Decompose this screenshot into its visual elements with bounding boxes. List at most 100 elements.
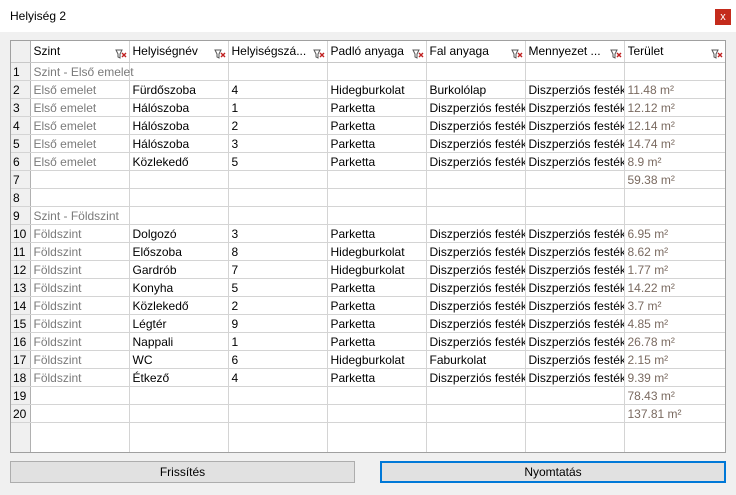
- table-cell[interactable]: Diszperziós festék: [525, 224, 625, 243]
- table-cell[interactable]: Első emelet: [30, 98, 130, 117]
- table-cell[interactable]: [426, 62, 526, 81]
- table-cell[interactable]: Parketta: [327, 278, 427, 297]
- table-cell[interactable]: [228, 188, 328, 207]
- table-row[interactable]: 3 Első emelet Hálószoba 1 Parketta Diszperzió…: [11, 98, 725, 117]
- table-row[interactable]: 14 Földszint Közlekedő 2 Parketta Diszperziós…: [11, 296, 725, 315]
- column-header[interactable]: Fal anyaga: [426, 41, 526, 63]
- table-cell[interactable]: Hálószoba: [129, 116, 229, 135]
- table-cell[interactable]: Diszperziós festék: [426, 98, 526, 117]
- column-header[interactable]: Szint: [30, 41, 130, 63]
- table-cell[interactable]: Első emelet: [30, 134, 130, 153]
- table-row[interactable]: 8: [11, 188, 725, 207]
- table-cell[interactable]: 8.9 m²: [624, 152, 725, 171]
- table-cell[interactable]: [426, 170, 526, 189]
- print-button[interactable]: Nyomtatás: [380, 461, 726, 483]
- table-cell[interactable]: Parketta: [327, 98, 427, 117]
- table-cell[interactable]: Parketta: [327, 134, 427, 153]
- table-cell[interactable]: [327, 386, 427, 405]
- table-cell[interactable]: Diszperziós festék: [525, 134, 625, 153]
- table-cell[interactable]: Diszperziós festék: [525, 260, 625, 279]
- table-cell[interactable]: Légtér: [129, 314, 229, 333]
- table-cell[interactable]: [228, 206, 328, 225]
- table-cell[interactable]: Diszperziós festék: [426, 134, 526, 153]
- column-header[interactable]: Padló anyaga: [327, 41, 427, 63]
- table-cell[interactable]: Diszperziós festék: [525, 368, 625, 387]
- table-cell[interactable]: 6.95 m²: [624, 224, 725, 243]
- table-cell[interactable]: 4: [228, 80, 328, 99]
- table-cell[interactable]: Parketta: [327, 116, 427, 135]
- table-cell[interactable]: 3.7 m²: [624, 296, 725, 315]
- table-cell[interactable]: 59.38 m²: [624, 170, 725, 189]
- table-cell[interactable]: [624, 188, 725, 207]
- refresh-button[interactable]: Frissítés: [10, 461, 355, 483]
- table-cell[interactable]: [30, 188, 130, 207]
- group-row[interactable]: 1 Szint - Első emelet: [11, 62, 725, 81]
- table-cell[interactable]: 14.22 m²: [624, 278, 725, 297]
- table-cell[interactable]: 2: [228, 296, 328, 315]
- table-cell[interactable]: Burkolólap: [426, 80, 526, 99]
- filter-icon[interactable]: [510, 48, 523, 60]
- table-cell[interactable]: Parketta: [327, 224, 427, 243]
- filter-icon[interactable]: [609, 48, 622, 60]
- table-row[interactable]: 5 Első emelet Hálószoba 3 Parketta Diszperzió…: [11, 134, 725, 153]
- table-cell[interactable]: [129, 386, 229, 405]
- table-cell[interactable]: Előszoba: [129, 242, 229, 261]
- table-cell[interactable]: Szint - Első emelet: [30, 62, 134, 81]
- table-cell[interactable]: [30, 170, 130, 189]
- table-cell[interactable]: WC: [129, 350, 229, 369]
- table-cell[interactable]: Első emelet: [30, 152, 130, 171]
- table-cell[interactable]: Földszint: [30, 242, 130, 261]
- table-cell[interactable]: 137.81 m²: [624, 404, 725, 423]
- table-cell[interactable]: Diszperziós festék: [525, 314, 625, 333]
- table-row[interactable]: 7 59.38 m²: [11, 170, 725, 189]
- table-row[interactable]: 15 Földszint Légtér 9 Parketta Diszperziós fe…: [11, 314, 725, 333]
- table-cell[interactable]: [525, 404, 625, 423]
- table-cell[interactable]: 4: [228, 368, 328, 387]
- table-cell[interactable]: [426, 386, 526, 405]
- table-row[interactable]: 10 Földszint Dolgozó 3 Parketta Diszperziós f…: [11, 224, 725, 243]
- table-cell[interactable]: Hálószoba: [129, 98, 229, 117]
- filter-icon[interactable]: [312, 48, 325, 60]
- table-cell[interactable]: 1.77 m²: [624, 260, 725, 279]
- table-row[interactable]: 18 Földszint Étkező 4 Parketta Diszperziós fe…: [11, 368, 725, 387]
- table-cell[interactable]: Diszperziós festék: [426, 116, 526, 135]
- filter-icon[interactable]: [710, 48, 723, 60]
- table-cell[interactable]: [525, 170, 625, 189]
- table-cell[interactable]: [426, 188, 526, 207]
- table-cell[interactable]: Diszperziós festék: [525, 152, 625, 171]
- table-row[interactable]: 20 137.81 m²: [11, 404, 725, 423]
- table-cell[interactable]: [228, 62, 328, 81]
- column-header[interactable]: Mennyezet ...: [525, 41, 625, 63]
- table-cell[interactable]: Parketta: [327, 368, 427, 387]
- table-cell[interactable]: [228, 386, 328, 405]
- table-cell[interactable]: 9.39 m²: [624, 368, 725, 387]
- table-cell[interactable]: Diszperziós festék: [426, 332, 526, 351]
- table-cell[interactable]: [426, 404, 526, 423]
- table-cell[interactable]: [525, 206, 625, 225]
- table-row[interactable]: 13 Földszint Konyha 5 Parketta Diszperziós fe…: [11, 278, 725, 297]
- table-cell[interactable]: Szint - Földszint: [30, 206, 130, 225]
- table-cell[interactable]: 9: [228, 314, 328, 333]
- table-cell[interactable]: [624, 62, 725, 81]
- table-cell[interactable]: [30, 404, 130, 423]
- table-cell[interactable]: Parketta: [327, 314, 427, 333]
- table-row[interactable]: 2 Első emelet Fürdőszoba 4 Hidegburkolat Burk…: [11, 80, 725, 99]
- table-cell[interactable]: [327, 404, 427, 423]
- table-cell[interactable]: 11.48 m²: [624, 80, 725, 99]
- table-cell[interactable]: Konyha: [129, 278, 229, 297]
- table-cell[interactable]: 4.85 m²: [624, 314, 725, 333]
- table-cell[interactable]: Nappali: [129, 332, 229, 351]
- table-row[interactable]: 12 Földszint Gardrób 7 Hidegburkolat Diszperz…: [11, 260, 725, 279]
- table-cell[interactable]: [129, 170, 229, 189]
- table-cell[interactable]: [129, 404, 229, 423]
- table-cell[interactable]: [525, 188, 625, 207]
- table-cell[interactable]: Hidegburkolat: [327, 80, 427, 99]
- table-cell[interactable]: Diszperziós festék: [426, 296, 526, 315]
- table-cell[interactable]: 78.43 m²: [624, 386, 725, 405]
- table-cell[interactable]: Parketta: [327, 296, 427, 315]
- table-cell[interactable]: [228, 170, 328, 189]
- table-cell[interactable]: Diszperziós festék: [426, 314, 526, 333]
- table-cell[interactable]: Hidegburkolat: [327, 242, 427, 261]
- table-cell[interactable]: Diszperziós festék: [525, 242, 625, 261]
- data-grid[interactable]: Szint Helyiségnév Helyiségszá... Padló anya…: [10, 40, 726, 453]
